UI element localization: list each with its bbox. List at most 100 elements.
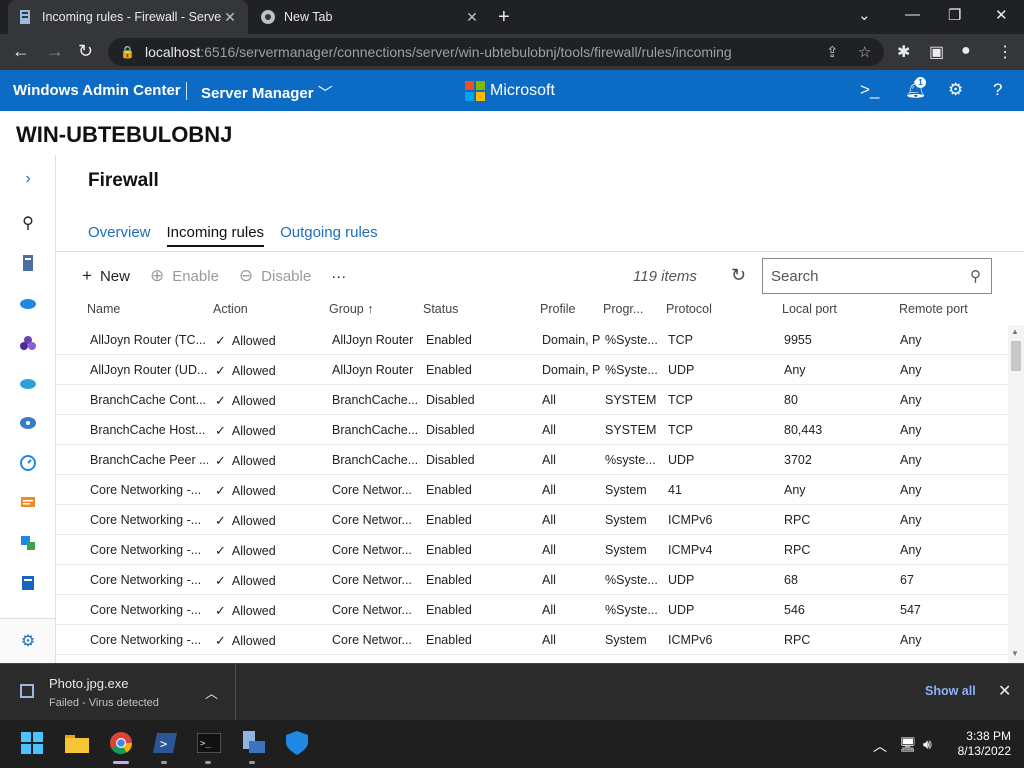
table-row[interactable]: AllJoyn Router (TC... ✓ Allowed AllJoyn Rou…: [56, 325, 1008, 355]
cell-protocol: UDP: [668, 453, 695, 467]
backup-tool-icon[interactable]: [18, 373, 38, 393]
profile-avatar-icon[interactable]: ●: [961, 42, 971, 60]
action-label: Allowed: [231, 364, 276, 378]
new-rule-button[interactable]: + New: [82, 266, 130, 286]
performance-tool-icon[interactable]: [18, 453, 38, 473]
cell-protocol: TCP: [668, 393, 693, 407]
new-tab-plus-icon[interactable]: +: [498, 6, 510, 29]
settings-gear-icon[interactable]: ⚙: [948, 80, 963, 100]
table-row[interactable]: AllJoyn Router (UD... ✓ Allowed AllJoyn Rou…: [56, 355, 1008, 385]
share-icon[interactable]: ⇪: [826, 43, 839, 61]
table-row[interactable]: Core Networking -... ✓ Allowed Core Networ.…: [56, 535, 1008, 565]
column-header-local-port[interactable]: Local port: [782, 302, 837, 316]
powershell-taskbar-icon[interactable]: >: [152, 730, 178, 756]
browser-tab-firewall[interactable]: Incoming rules - Firewall - Server Manag…: [8, 0, 248, 34]
cell-action: ✓ Allowed: [215, 483, 325, 499]
tab-overview[interactable]: Overview: [88, 224, 151, 247]
action-label: Allowed: [231, 514, 276, 528]
app-title[interactable]: Windows Admin Center: [13, 82, 181, 99]
enable-rule-button[interactable]: ⊕ Enable: [150, 266, 219, 286]
reload-icon[interactable]: ↻: [78, 41, 93, 62]
server-manager-taskbar-icon[interactable]: [240, 730, 266, 756]
action-label: Allowed: [231, 484, 276, 498]
show-all-downloads-button[interactable]: Show all: [925, 684, 976, 698]
file-explorer-icon[interactable]: [64, 730, 90, 756]
events-tool-icon[interactable]: [18, 493, 38, 513]
help-question-icon[interactable]: ?: [993, 80, 1002, 100]
table-scrollbar[interactable]: ▲ ▼: [1008, 325, 1024, 663]
close-tab-icon[interactable]: ✕: [464, 9, 480, 26]
azure-cloud-tool-icon[interactable]: [18, 293, 38, 313]
tray-overflow-chevron-icon[interactable]: ︿: [873, 736, 887, 756]
settings-gear-icon[interactable]: ⚙: [18, 631, 38, 651]
column-header-status[interactable]: Status: [423, 302, 458, 316]
terminal-taskbar-icon[interactable]: >_: [196, 730, 222, 756]
bookmark-star-icon[interactable]: ☆: [858, 43, 871, 61]
system-clock[interactable]: 3:38 PM 8/13/2022: [953, 729, 1011, 759]
table-row[interactable]: BranchCache Peer ... ✓ Allowed BranchCache.…: [56, 445, 1008, 475]
chevron-up-icon[interactable]: ︿: [205, 683, 218, 702]
more-actions-button[interactable]: ···: [331, 268, 346, 285]
column-header-profile[interactable]: Profile: [540, 302, 575, 316]
storage-tool-icon[interactable]: [18, 573, 38, 593]
table-row[interactable]: BranchCache Host... ✓ Allowed BranchCache..…: [56, 415, 1008, 445]
monitor-tool-icon[interactable]: [18, 413, 38, 433]
cell-group: BranchCache...: [332, 423, 418, 437]
table-row[interactable]: Core Networking -... ✓ Allowed Core Networ.…: [56, 475, 1008, 505]
action-label: Allowed: [231, 544, 276, 558]
table-row[interactable]: Core Networking -... ✓ Allowed Core Networ.…: [56, 595, 1008, 625]
column-header-protocol[interactable]: Protocol: [666, 302, 712, 316]
cell-profile: All: [542, 513, 556, 527]
address-bar[interactable]: 🔒 localhost:6516/servermanager/connectio…: [108, 38, 884, 66]
search-icon[interactable]: ⚲: [970, 267, 981, 285]
tab-search-chevron-icon[interactable]: ⌄: [858, 6, 871, 24]
column-header-action[interactable]: Action: [213, 302, 248, 316]
scroll-up-arrow-icon[interactable]: ▲: [1011, 327, 1019, 336]
close-download-bar-icon[interactable]: ✕: [998, 681, 1011, 701]
search-tools-icon[interactable]: ⚲: [18, 213, 38, 233]
windows-start-icon[interactable]: [19, 730, 45, 756]
download-item[interactable]: Photo.jpg.exe Failed - Virus detected ︿: [0, 664, 236, 720]
disable-rule-button[interactable]: ⊖ Disable: [239, 266, 311, 286]
side-panel-icon[interactable]: ▣: [929, 42, 944, 62]
table-row[interactable]: BranchCache Cont... ✓ Allowed BranchCache..…: [56, 385, 1008, 415]
items-count: 119 items: [633, 268, 697, 285]
sharing-tool-icon[interactable]: [18, 533, 38, 553]
security-taskbar-icon[interactable]: [284, 730, 310, 756]
volume-icon[interactable]: 🔊︎: [923, 736, 932, 753]
column-header-name[interactable]: Name: [87, 302, 120, 316]
tab-outgoing-rules[interactable]: Outgoing rules: [280, 224, 378, 247]
cell-local-port: 9955: [784, 333, 812, 347]
scroll-down-arrow-icon[interactable]: ▼: [1011, 649, 1019, 658]
close-tab-icon[interactable]: ✕: [222, 9, 238, 26]
notification-count-badge: 1: [915, 77, 926, 88]
powershell-prompt-icon[interactable]: >_: [860, 80, 879, 100]
refresh-icon[interactable]: ↻: [731, 265, 746, 286]
table-row[interactable]: Core Networking -... ✓ Allowed Core Networ.…: [56, 505, 1008, 535]
forward-arrow-icon[interactable]: →: [46, 41, 64, 62]
network-icon[interactable]: 🖥︎: [899, 736, 917, 753]
expand-chevron-icon[interactable]: ›: [18, 169, 38, 189]
chrome-taskbar-icon[interactable]: [108, 730, 134, 756]
table-row[interactable]: Core Networking -... ✓ Allowed Core Networ.…: [56, 625, 1008, 655]
server-tool-icon[interactable]: [18, 253, 38, 273]
solution-switcher[interactable]: Server Manager ﹀: [201, 82, 333, 103]
minimize-window-icon[interactable]: —: [905, 6, 920, 23]
browser-menu-kebab-icon[interactable]: ⋮: [997, 42, 1013, 62]
cell-group: AllJoyn Router: [332, 333, 414, 347]
tab-incoming-rules[interactable]: Incoming rules: [166, 224, 265, 247]
column-header-group[interactable]: Group ↑: [329, 302, 373, 316]
scrollbar-thumb[interactable]: [1011, 341, 1021, 371]
search-input[interactable]: [771, 267, 951, 285]
browser-tab-new-tab[interactable]: New Tab ✕: [250, 0, 490, 34]
restore-window-icon[interactable]: ❐: [948, 6, 961, 24]
back-arrow-icon[interactable]: ←: [12, 41, 30, 62]
lock-icon: 🔒: [120, 45, 135, 59]
column-header-program[interactable]: Progr...: [603, 302, 643, 316]
column-header-remote-port[interactable]: Remote port: [899, 302, 968, 316]
enable-label: Enable: [172, 267, 219, 285]
extensions-puzzle-icon[interactable]: ✱: [897, 42, 910, 62]
close-window-icon[interactable]: ✕: [995, 6, 1008, 24]
cluster-tool-icon[interactable]: [18, 333, 38, 353]
table-row[interactable]: Core Networking -... ✓ Allowed Core Networ.…: [56, 565, 1008, 595]
